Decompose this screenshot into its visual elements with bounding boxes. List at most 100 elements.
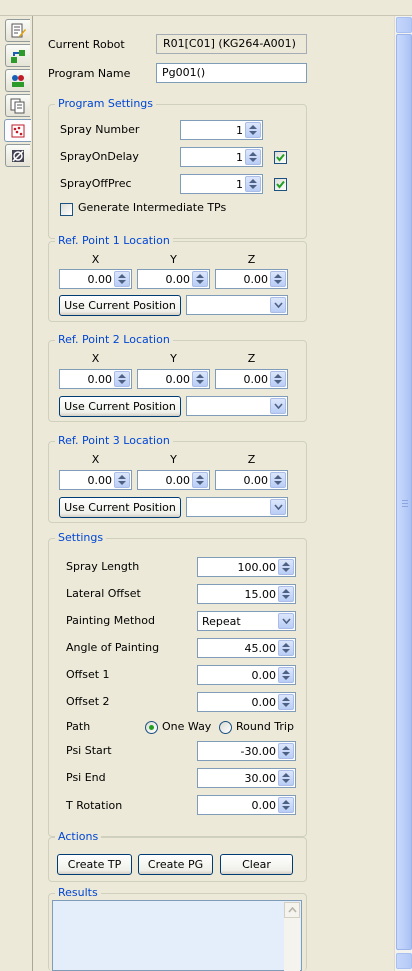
- tab-copy-list[interactable]: [5, 94, 30, 117]
- spin-icon[interactable]: [278, 743, 294, 759]
- scroll-up-icon[interactable]: [284, 902, 300, 918]
- psi-end-value: 30.00: [244, 772, 277, 785]
- lateral-offset-label: Lateral Offset: [66, 587, 141, 600]
- ref-point-3-y-spinner[interactable]: 0.00: [137, 470, 210, 490]
- spin-icon[interactable]: [278, 797, 294, 813]
- z-label: Z: [247, 453, 256, 466]
- spray-on-delay-label: SprayOnDelay: [60, 150, 139, 163]
- spin-icon[interactable]: [114, 472, 130, 488]
- tab-edit-document[interactable]: [5, 19, 30, 42]
- generate-intermediate-label: Generate Intermediate TPs: [78, 201, 227, 214]
- spin-icon[interactable]: [278, 770, 294, 786]
- angle-of-painting-value: 45.00: [244, 642, 277, 655]
- spin-icon[interactable]: [192, 472, 208, 488]
- generate-intermediate-checkbox[interactable]: [60, 203, 73, 216]
- ref-point-2-z-spinner[interactable]: 0.00: [215, 369, 288, 389]
- create-pg-button[interactable]: Create PG: [138, 854, 213, 875]
- results-title: Results: [55, 886, 101, 899]
- spin-icon[interactable]: [270, 271, 286, 287]
- spin-icon[interactable]: [192, 271, 208, 287]
- main-scrollbar[interactable]: [394, 16, 412, 971]
- path-label: Path: [66, 720, 91, 733]
- psi-start-spinner[interactable]: -30.00: [197, 741, 296, 761]
- offset-2-spinner[interactable]: 0.00: [197, 692, 296, 712]
- spin-icon[interactable]: [114, 271, 130, 287]
- offset-1-label: Offset 1: [66, 668, 110, 681]
- results-textarea[interactable]: [52, 900, 302, 971]
- tab-spray-pattern[interactable]: [4, 119, 31, 142]
- spray-off-prec-spinner[interactable]: 1: [180, 174, 263, 194]
- ref-point-2-use-current-button[interactable]: Use Current Position: [59, 396, 181, 417]
- ref-point-2-x-spinner[interactable]: 0.00: [59, 369, 132, 389]
- current-robot-field: R01[C01] (KG264-A001): [156, 34, 307, 54]
- ref-point-1-x-spinner[interactable]: 0.00: [59, 269, 132, 289]
- spray-number-spinner[interactable]: 1: [180, 120, 263, 140]
- psi-end-spinner[interactable]: 30.00: [197, 768, 296, 788]
- scrollbar-thumb[interactable]: [396, 34, 412, 950]
- spray-on-delay-spinner[interactable]: 1: [180, 147, 263, 167]
- ref-point-3-y-value: 0.00: [165, 474, 191, 487]
- ref-point-1-y-value: 0.00: [165, 273, 191, 286]
- ref-point-1-title: Ref. Point 1 Location: [55, 234, 173, 247]
- x-label: X: [91, 352, 100, 365]
- spin-icon[interactable]: [278, 586, 294, 602]
- chevron-down-icon[interactable]: [270, 297, 286, 313]
- ref-point-1-use-current-button[interactable]: Use Current Position: [59, 295, 181, 316]
- spin-icon[interactable]: [245, 149, 261, 165]
- program-settings-title: Program Settings: [55, 97, 157, 110]
- ref-point-1-select[interactable]: [186, 295, 288, 315]
- spray-length-spinner[interactable]: 100.00: [197, 557, 296, 577]
- offset-2-label: Offset 2: [66, 695, 110, 708]
- path-one-way-radio[interactable]: [145, 721, 158, 734]
- path-round-trip-radio[interactable]: [219, 721, 232, 734]
- program-name-input[interactable]: Pg001(): [156, 63, 307, 83]
- ref-point-3-x-spinner[interactable]: 0.00: [59, 470, 132, 490]
- spin-icon[interactable]: [270, 472, 286, 488]
- robots-group-icon: [12, 74, 24, 87]
- scroll-down-icon[interactable]: [396, 953, 412, 969]
- scroll-up-icon[interactable]: [396, 17, 412, 33]
- y-label: Y: [170, 253, 177, 266]
- tab-robot-transfer[interactable]: [5, 44, 30, 67]
- angle-of-painting-spinner[interactable]: 45.00: [197, 638, 296, 658]
- spin-icon[interactable]: [278, 694, 294, 710]
- spin-icon[interactable]: [245, 176, 261, 192]
- spin-icon[interactable]: [114, 371, 130, 387]
- program-name-label: Program Name: [48, 67, 131, 80]
- lateral-offset-spinner[interactable]: 15.00: [197, 584, 296, 604]
- spin-icon[interactable]: [192, 371, 208, 387]
- offset-1-spinner[interactable]: 0.00: [197, 665, 296, 685]
- ref-point-3-x-value: 0.00: [87, 474, 113, 487]
- ref-point-2-select[interactable]: [186, 396, 288, 416]
- spray-off-prec-checkbox[interactable]: [274, 178, 287, 191]
- ref-point-2-y-spinner[interactable]: 0.00: [137, 369, 210, 389]
- ref-point-1-z-spinner[interactable]: 0.00: [215, 269, 288, 289]
- clear-button[interactable]: Clear: [220, 854, 293, 875]
- spin-icon[interactable]: [245, 122, 261, 138]
- t-rotation-spinner[interactable]: 0.00: [197, 795, 296, 815]
- spray-on-delay-checkbox[interactable]: [274, 151, 287, 164]
- ref-point-1-y-spinner[interactable]: 0.00: [137, 269, 210, 289]
- create-tp-button[interactable]: Create TP: [57, 854, 132, 875]
- chevron-down-icon[interactable]: [278, 613, 294, 629]
- current-robot-label: Current Robot: [48, 38, 125, 51]
- spin-icon[interactable]: [270, 371, 286, 387]
- results-scrollbar[interactable]: [284, 902, 300, 971]
- chevron-down-icon[interactable]: [270, 398, 286, 414]
- chevron-down-icon[interactable]: [270, 499, 286, 515]
- tab-tool-calibration[interactable]: [5, 144, 30, 167]
- settings-group: Settings Spray Length 100.00 Lateral Off…: [48, 531, 307, 837]
- ref-point-3-z-spinner[interactable]: 0.00: [215, 470, 288, 490]
- tab-robots-group[interactable]: [5, 69, 30, 92]
- ref-point-3-select[interactable]: [186, 497, 288, 517]
- spray-length-label: Spray Length: [66, 560, 140, 573]
- x-label: X: [91, 253, 100, 266]
- ref-point-3-z-value: 0.00: [243, 474, 269, 487]
- spin-icon[interactable]: [278, 559, 294, 575]
- ref-point-3-use-current-button[interactable]: Use Current Position: [59, 497, 181, 518]
- spin-icon[interactable]: [278, 667, 294, 683]
- painting-method-select[interactable]: Repeat: [197, 611, 296, 631]
- x-label: X: [91, 453, 100, 466]
- actions-group: Actions Create TP Create PG Clear: [48, 830, 307, 882]
- spin-icon[interactable]: [278, 640, 294, 656]
